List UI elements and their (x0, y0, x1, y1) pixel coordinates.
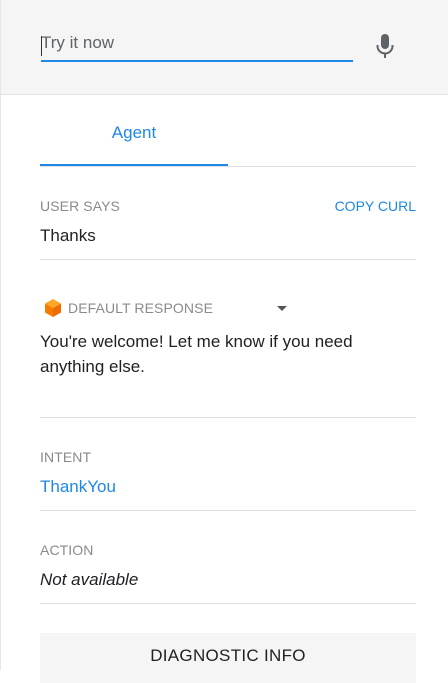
text-cursor (41, 36, 42, 56)
diagnostic-info-button[interactable]: DIAGNOSTIC INFO (40, 633, 416, 683)
divider (40, 417, 416, 418)
default-response-label: DEFAULT RESPONSE (68, 300, 214, 316)
divider (40, 603, 416, 604)
intent-link[interactable]: ThankYou (40, 477, 416, 497)
try-it-now-input[interactable] (41, 32, 353, 62)
divider (40, 259, 416, 260)
tab-agent[interactable]: Agent (40, 112, 228, 166)
microphone-icon[interactable] (373, 32, 397, 60)
response-text: You're welcome! Let me know if you need … (40, 332, 353, 376)
response-tabs: Agent (40, 112, 416, 167)
user-says-section: USER SAYS COPY CURL Thanks (40, 198, 416, 246)
user-says-value: Thanks (40, 226, 96, 245)
chevron-down-icon[interactable] (277, 305, 288, 311)
default-response-cube-icon (45, 299, 61, 317)
intent-section: INTENT ThankYou (40, 449, 416, 497)
intent-label: INTENT (40, 449, 92, 465)
action-value: Not available (40, 570, 139, 589)
test-console-header (1, 0, 448, 95)
divider (40, 510, 416, 511)
copy-curl-link[interactable]: COPY CURL (335, 198, 416, 214)
diagnostic-info-label: DIAGNOSTIC INFO (150, 646, 306, 665)
panel-left-border (0, 0, 1, 670)
default-response-section: DEFAULT RESPONSE You're welcome! Let me … (40, 297, 416, 379)
action-label: ACTION (40, 542, 94, 558)
action-section: ACTION Not available (40, 542, 416, 590)
